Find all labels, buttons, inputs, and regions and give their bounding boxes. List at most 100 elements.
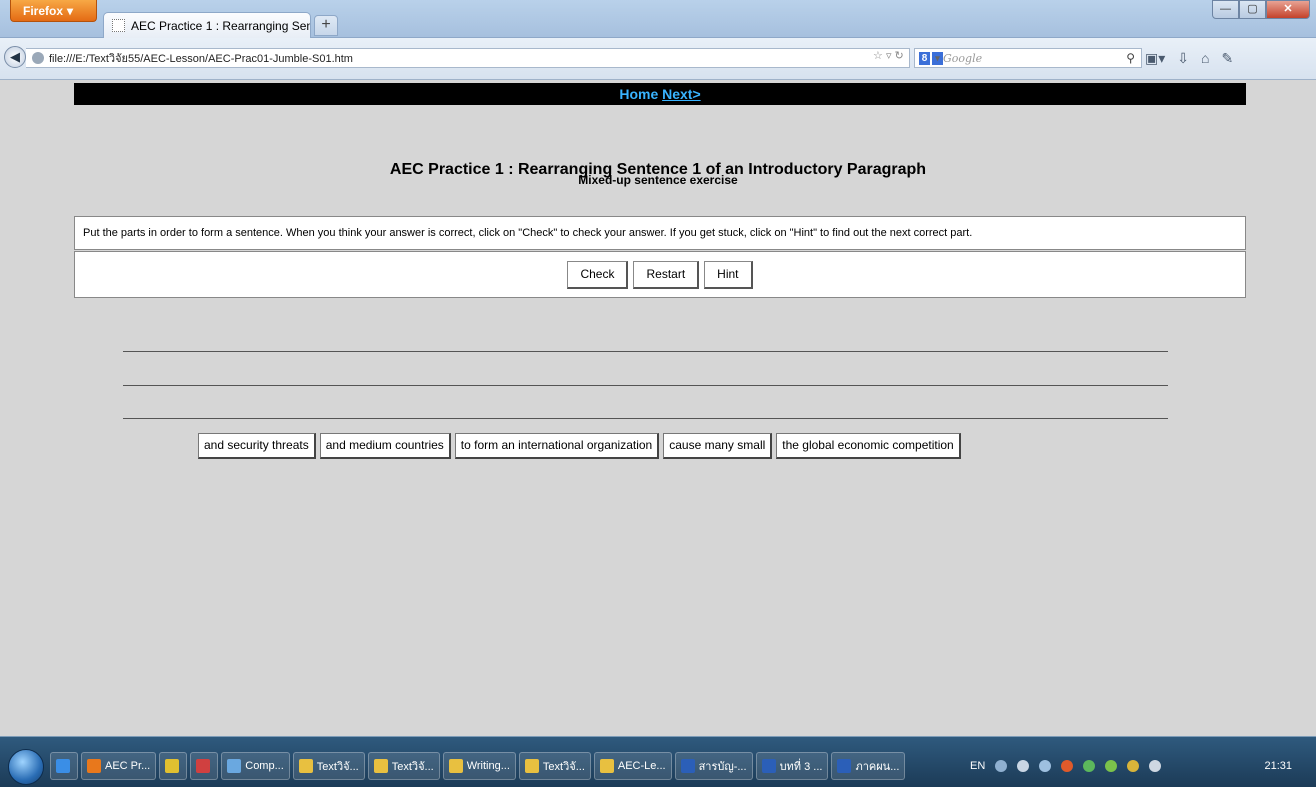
page-content: Home Next> AEC Practice 1 : Rearranging … [0,81,1316,736]
clock[interactable]: 21:31 [1264,760,1292,772]
feedback-icon[interactable]: ✎ [1221,50,1233,67]
home-icon[interactable]: ⌂ [1201,50,1209,67]
word-icon [837,759,852,773]
taskbar-item[interactable]: ภาคผน... [831,752,906,780]
window-controls: — ▢ ✕ [1212,0,1310,19]
signal-icon[interactable] [1127,760,1140,772]
language-indicator[interactable]: EN [970,760,985,772]
restart-button[interactable]: Restart [633,260,700,289]
security-icon[interactable] [1083,760,1096,772]
taskbar-item-label: Textวิจั... [542,761,585,773]
taskbar-item[interactable]: Textวิจั... [292,752,365,780]
folder-icon [599,759,614,773]
navigation-toolbar: ◀ file:///E:/Textวิจัย55/AEC-Lesson/AEC-… [0,38,1316,80]
taskbar-item-label: Textวิจั... [316,761,359,773]
taskbar-item[interactable] [190,752,219,780]
taskbar-item[interactable]: Textวิจั... [367,752,440,780]
volume-icon[interactable] [1039,760,1052,772]
chevron-down-icon: ▾ [67,3,74,18]
taskbar-item-label: Writing... [466,760,510,772]
part-global-economic-competition[interactable]: the global economic competition [776,433,961,459]
answer-line [123,385,1168,386]
close-icon[interactable]: ✕ [1266,0,1310,19]
taskbar-item-label: Textวิจั... [391,761,434,773]
page-nav-bar: Home Next> [74,83,1246,105]
part-cause-many-small[interactable]: cause many small [663,433,773,459]
check-button[interactable]: Check [567,260,629,289]
folder-icon [373,759,388,773]
minimize-icon[interactable]: — [1212,0,1239,19]
firefox-menu-button[interactable]: Firefox ▾ [10,0,97,22]
firefox-menu-label: Firefox [23,3,64,18]
taskbar-item[interactable]: Comp... [221,752,290,780]
addon-icon[interactable]: ▣▾ [1145,50,1165,67]
page-subtitle: Mixed-up sentence exercise [578,173,738,187]
folder-icon [524,759,539,773]
alert-icon[interactable] [1061,760,1074,772]
search-icon[interactable]: ⚲ [1126,51,1135,65]
speaker-icon[interactable] [1149,760,1162,772]
app-icon [196,759,211,773]
button-panel: Check Restart Hint [74,251,1246,298]
part-and-medium-countries[interactable]: and medium countries [319,433,451,459]
part-and-security-threats[interactable]: and security threats [198,433,316,459]
download-icon[interactable]: ⇩ [1177,50,1189,67]
next-link[interactable]: Next> [662,86,701,102]
taskbar-item[interactable]: สารบัญ-... [674,752,753,780]
google-icon: 8 [919,51,930,65]
url-actions: ☆ ▿ ↻ [873,49,904,62]
bookmark-star-icon[interactable]: ☆ [873,50,883,62]
taskbar-item[interactable]: บทที่ 3 ... [755,752,829,780]
word-icon [761,759,776,773]
taskbar-item-label: Comp... [245,760,284,772]
computer-icon [227,759,242,773]
tab-aec-practice[interactable]: AEC Practice 1 : Rearranging Sentence 1 … [103,12,311,38]
usb-icon[interactable] [1017,760,1030,772]
reload-icon[interactable]: ↻ [895,50,904,62]
back-arrow-icon[interactable]: ◀ [4,46,26,68]
search-placeholder: Google [943,51,983,65]
new-tab-button[interactable]: + [314,15,338,36]
system-tray: EN [970,752,1162,780]
chrome-icon [165,759,180,773]
taskbar-item-label: AEC Pr... [105,760,151,772]
network-icon[interactable] [995,760,1008,772]
start-button[interactable] [8,749,44,785]
answer-line [123,351,1168,352]
folder-icon [298,759,313,773]
history-dropdown-icon[interactable]: ▿ [886,50,892,62]
ie-icon [56,759,70,773]
search-bar[interactable]: 8 ▾ Google ⚲ [914,48,1142,68]
windows-taskbar: AEC Pr... Comp... Textวิจั... Textวิจั... Wr… [0,736,1316,787]
antivirus-icon[interactable] [1105,760,1118,772]
address-bar[interactable]: file:///E:/Textวิจัย55/AEC-Lesson/AEC-Pr… [26,48,910,68]
folder-icon [448,759,463,773]
part-to-form-organization[interactable]: to form an international organization [454,433,660,459]
toolbar-buttons: ▣▾ ⇩ ⌂ ✎ [1145,50,1233,67]
url-text: file:///E:/Textวิจัย55/AEC-Lesson/AEC-Pr… [49,53,353,65]
globe-icon [32,52,44,64]
instructions-box: Put the parts in order to form a sentenc… [74,216,1246,250]
answer-line [123,418,1168,419]
sentence-parts: and security threats and medium countrie… [198,433,961,459]
taskbar-item[interactable]: Textวิจั... [518,752,591,780]
taskbar-item-label: ภาคผน... [855,761,900,773]
taskbar-item[interactable] [50,752,78,780]
page-icon [112,19,125,32]
taskbar-item-label: สารบัญ-... [698,761,747,773]
taskbar-item[interactable] [159,752,188,780]
chevron-down-icon: ▾ [932,51,943,65]
taskbar-item-label: AEC-Le... [617,760,666,772]
taskbar-item-label: บทที่ 3 ... [779,761,823,773]
browser-title-bar: Firefox ▾ AEC Practice 1 : Rearranging S… [0,0,1316,38]
home-link[interactable]: Home [619,86,658,102]
taskbar-item[interactable]: AEC Pr... [81,752,157,780]
hint-button[interactable]: Hint [704,260,753,289]
maximize-icon[interactable]: ▢ [1239,0,1266,19]
taskbar-items: AEC Pr... Comp... Textวิจั... Textวิจั... Wr… [50,752,906,780]
taskbar-item[interactable]: AEC-Le... [593,752,672,780]
tab-title: AEC Practice 1 : Rearranging Sentence 1 … [131,18,310,33]
word-icon [680,759,695,773]
search-engine-selector[interactable]: 8 ▾ [915,49,943,67]
taskbar-item[interactable]: Writing... [442,752,516,780]
